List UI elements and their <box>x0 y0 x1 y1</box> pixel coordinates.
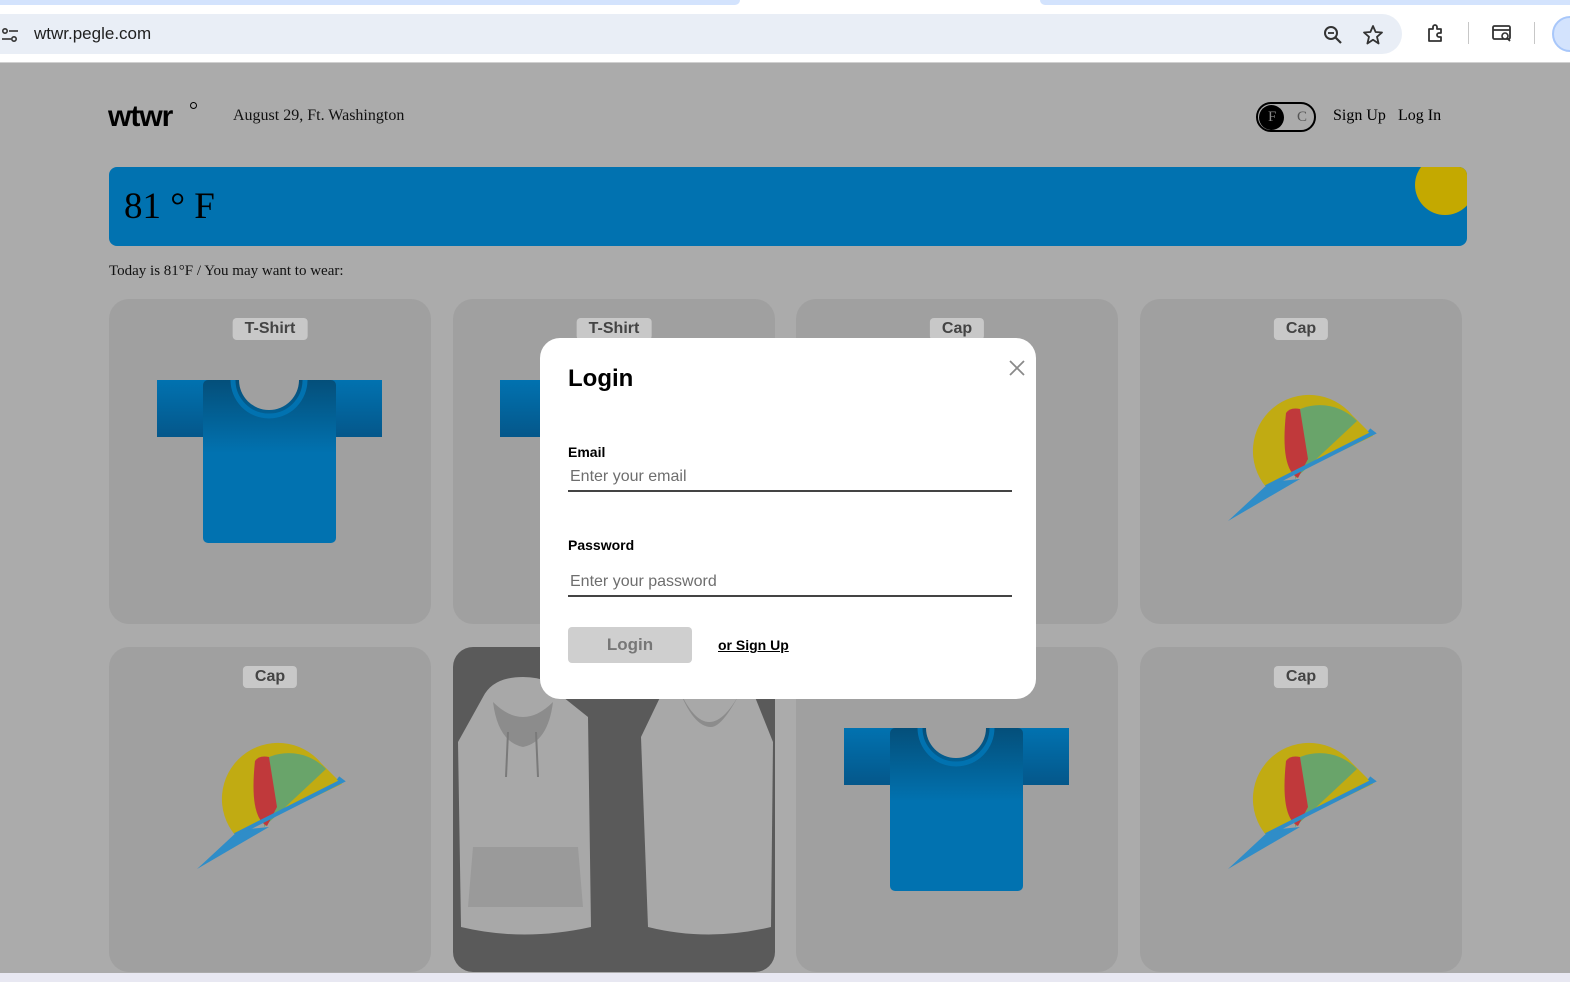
item-card-name: Cap <box>929 318 985 340</box>
browser-tab[interactable] <box>0 0 740 5</box>
item-card[interactable]: T-Shirt <box>109 299 431 624</box>
tab-strip <box>0 0 1570 12</box>
toolbar-divider <box>1534 22 1535 44</box>
item-card[interactable]: Cap <box>109 647 431 972</box>
site-logo[interactable]: wtwr <box>108 100 173 134</box>
password-label: Password <box>568 537 635 553</box>
login-link[interactable]: Log In <box>1398 107 1441 125</box>
page: wtwr August 29, Ft. Washington F C Sign … <box>0 64 1570 982</box>
signup-link[interactable]: Sign Up <box>1333 107 1386 125</box>
bookmark-star-icon[interactable] <box>1362 24 1384 46</box>
or-signup-link[interactable]: or Sign Up <box>718 637 789 653</box>
zoom-icon[interactable] <box>1322 24 1344 46</box>
browser-tab[interactable] <box>1040 0 1570 5</box>
login-modal: Login Email Password Login or Sign Up <box>540 338 1036 699</box>
toggle-label-c: C <box>1297 109 1308 125</box>
email-label: Email <box>568 444 606 460</box>
browser-toolbar: wtwr.pegle.com <box>0 12 1570 63</box>
tab-search-icon[interactable] <box>1491 22 1513 44</box>
item-card[interactable]: Cap <box>1140 647 1462 972</box>
logo-degree-icon <box>190 102 197 109</box>
weather-temperature: 81 ° F <box>124 186 215 227</box>
url-text[interactable]: wtwr.pegle.com <box>34 24 151 44</box>
toggle-label-f: F <box>1268 109 1277 125</box>
login-button[interactable]: Login <box>568 627 692 663</box>
clothing-suggestion-text: Today is 81°F / You may want to wear: <box>109 263 344 279</box>
site-info-icon[interactable] <box>0 25 20 45</box>
sun-icon <box>1415 167 1467 215</box>
toolbar-divider <box>1468 22 1469 44</box>
address-bar[interactable]: wtwr.pegle.com <box>0 14 1402 54</box>
close-icon[interactable] <box>1006 357 1028 379</box>
password-input[interactable] <box>568 569 1012 597</box>
cap-image <box>197 742 346 869</box>
profile-icon[interactable] <box>1552 16 1570 52</box>
cap-image <box>1228 742 1377 869</box>
date-location: August 29, Ft. Washington <box>233 107 405 124</box>
extensions-icon[interactable] <box>1425 22 1447 44</box>
cap-image <box>1228 394 1377 521</box>
temperature-unit-toggle[interactable]: F C <box>1256 102 1316 132</box>
modal-title: Login <box>568 365 634 392</box>
weather-card: 81 ° F <box>109 167 1467 246</box>
browser-bottom-bar <box>0 973 1570 982</box>
item-card[interactable]: Cap <box>1140 299 1462 624</box>
tshirt-image <box>157 379 382 543</box>
email-input[interactable] <box>568 464 1012 492</box>
